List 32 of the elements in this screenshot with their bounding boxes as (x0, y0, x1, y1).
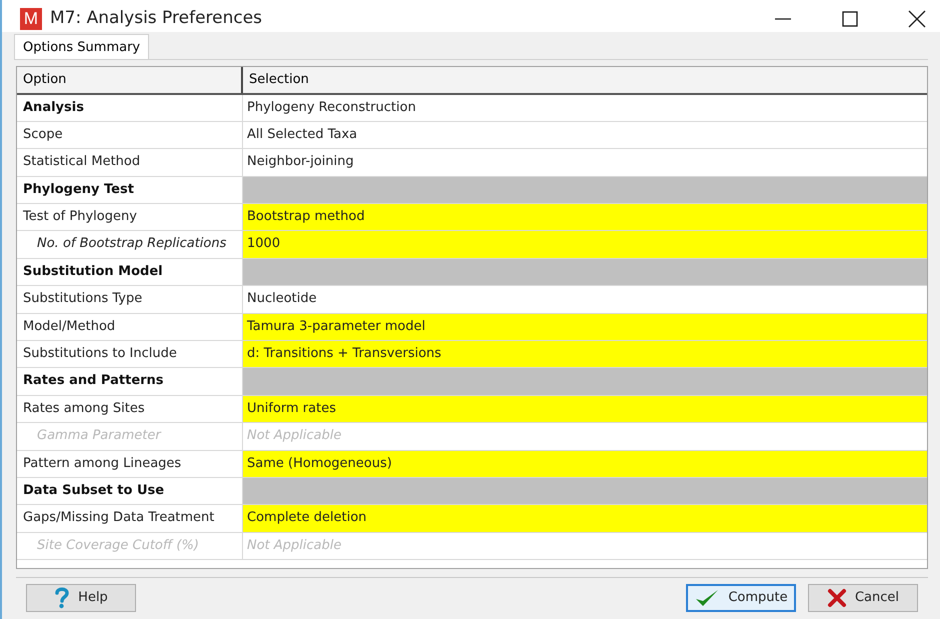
selection-cell-text: Not Applicable (246, 536, 343, 555)
selection-cell: d: Transitions + Transversions (243, 341, 927, 368)
column-header[interactable]: Selection (243, 66, 927, 92)
x-icon (826, 588, 847, 608)
checkmark-icon (694, 588, 720, 608)
help-icon (54, 586, 70, 609)
tab[interactable]: Options Summary (14, 34, 150, 58)
option-cell: Site Coverage Cutoff (%) (17, 532, 243, 560)
close-icon[interactable] (908, 10, 926, 28)
selection-cell-text: Not Applicable (246, 427, 343, 446)
selection-cell-text: Nucleotide (246, 290, 318, 308)
selection-cell-text: Neighbor-joining (246, 153, 355, 172)
option-cell: Gamma Parameter (17, 423, 243, 450)
option-cell: Analysis (17, 94, 243, 121)
column-header[interactable]: Option (17, 66, 243, 92)
option-cell: Substitutions Type (17, 286, 243, 313)
compute-button[interactable]: Compute (686, 584, 796, 612)
app-icon: M (20, 8, 42, 30)
option-cell: Scope (17, 122, 243, 148)
selection-cell: Uniform rates (243, 396, 927, 422)
selection-cell-text: All Selected Taxa (246, 126, 358, 144)
selection-cell: Same (Homogeneous) (243, 450, 927, 477)
selection-cell: 1000 (243, 231, 927, 258)
window-title: M7: Analysis Preferences (50, 7, 262, 30)
option-cell: Statistical Method (17, 149, 243, 176)
help-button[interactable]: Help (26, 584, 136, 612)
selection-cell: Complete deletion (243, 505, 927, 532)
cancel-button[interactable]: Cancel (808, 584, 918, 612)
maximize-icon[interactable] (842, 10, 858, 27)
selection-cell: Bootstrap method (243, 204, 927, 230)
selection-cell-text: Phylogeny Reconstruction (246, 98, 417, 116)
selection-cell: Tamura 3-parameter model (243, 314, 927, 340)
